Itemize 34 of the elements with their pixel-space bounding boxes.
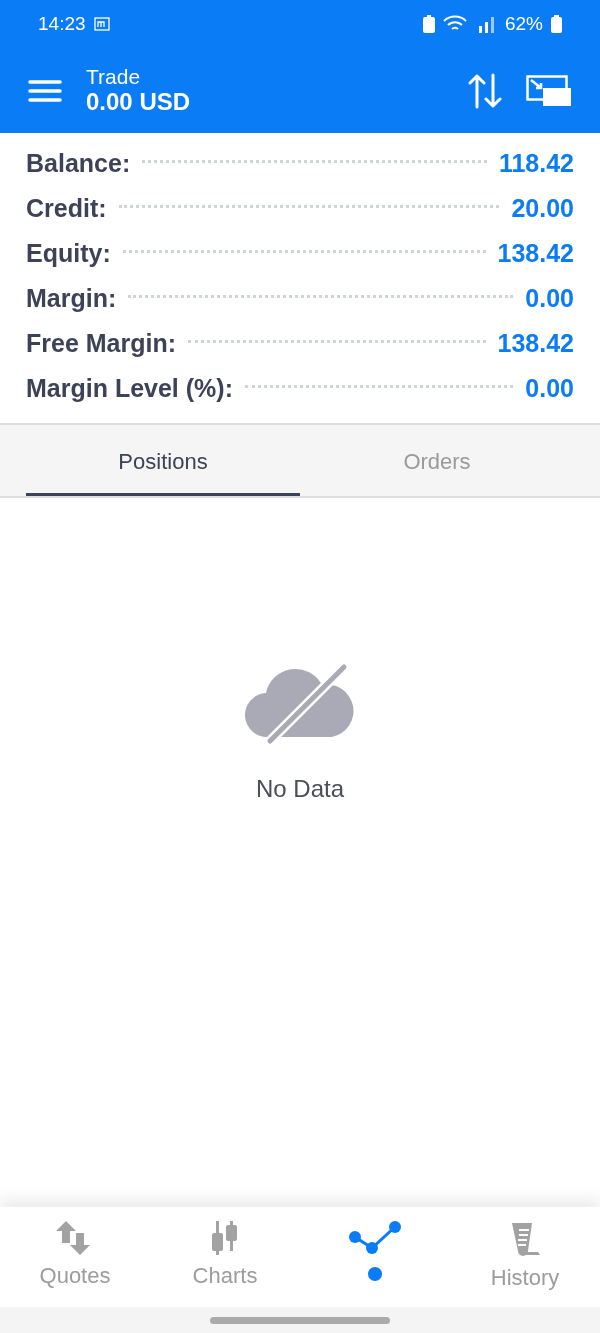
tab[interactable]: Orders (300, 425, 574, 496)
candlestick-icon (210, 1221, 240, 1255)
battery-icon (551, 15, 562, 33)
summary-value: 118.42 (498, 147, 574, 179)
empty-message: No Data (255, 774, 344, 804)
battery-percent: 62% (504, 11, 543, 36)
nav-tab[interactable]: History (450, 1207, 600, 1307)
clock: 14:23 (38, 11, 86, 36)
summary-label: Margin Level (%): (26, 372, 233, 404)
account-balance: 0.00 USD (86, 87, 191, 117)
summary-label: Margin: (26, 282, 117, 314)
notification-icon (93, 17, 110, 31)
summary-label: Credit: (26, 192, 107, 224)
menu-icon[interactable] (28, 78, 62, 103)
summary-label: Equity: (26, 237, 111, 269)
summary-value: 0.00 (525, 372, 574, 404)
summary-label: Free Margin: (26, 327, 177, 359)
screen-title: Trade (86, 64, 142, 88)
signal-icon (476, 15, 497, 33)
window-icon[interactable] (526, 74, 572, 107)
nav-tab[interactable]: Quotes (0, 1207, 150, 1307)
nav-tab[interactable]: Charts (150, 1207, 300, 1307)
gesture-bar[interactable] (210, 1316, 390, 1324)
no-data-cloud-icon (244, 663, 356, 747)
battery-saver-icon (422, 15, 435, 33)
summary-value: 138.42 (497, 327, 574, 359)
summary-value: 0.00 (525, 282, 574, 314)
sort-arrows-icon[interactable] (468, 72, 502, 109)
summary-label: Balance: (26, 147, 131, 179)
summary-value: 138.42 (497, 237, 574, 269)
tab[interactable]: Positions (26, 425, 300, 496)
selected-dot (368, 1267, 382, 1281)
trade-network-icon (348, 1221, 402, 1255)
summary-value: 20.00 (511, 192, 574, 224)
